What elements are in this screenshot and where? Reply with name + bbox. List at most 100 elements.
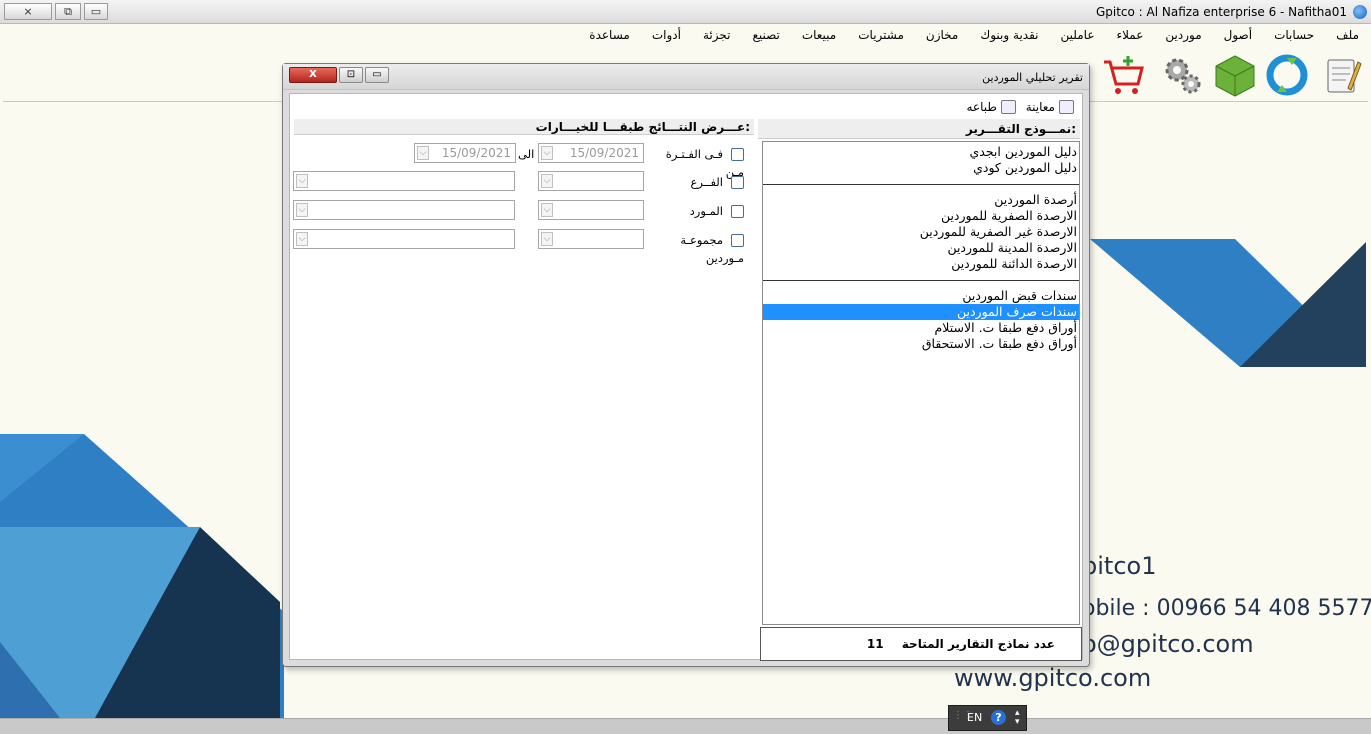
supplier-group-row: مجموعـة مـوردين ⌵ ⌵ xyxy=(290,228,756,265)
group-code-select[interactable]: ⌵ xyxy=(538,229,644,249)
report-panel-header: نمـــوذج التقـــرير: xyxy=(758,119,1080,139)
menu-bar: ملف حسابات أصول موردين عملاء عاملين نقدية وبنو… xyxy=(0,24,1371,46)
list-divider xyxy=(763,184,1079,185)
chevron-down-icon[interactable]: ⌵ xyxy=(296,232,308,246)
supplier-group-option[interactable]: مجموعـة مـوردين xyxy=(644,231,744,265)
date-from-field[interactable]: 15/09/2021 ⌵ xyxy=(538,143,644,163)
branch-label: الفــرع xyxy=(690,175,723,189)
app-close-button[interactable]: ⨯ xyxy=(4,3,52,20)
list-divider xyxy=(763,280,1079,281)
menu-manufacturing[interactable]: تصنيع xyxy=(752,24,779,46)
menu-tools[interactable]: أدوات xyxy=(652,24,681,46)
box-icon[interactable] xyxy=(1212,52,1258,98)
print-button[interactable]: طباعه xyxy=(966,97,996,117)
period-row: فـى الفـتـرة مـن 15/09/2021 ⌵ الى 15/09/2… xyxy=(290,142,756,179)
branch-code-select[interactable]: ⌵ xyxy=(538,171,644,191)
preview-icon[interactable] xyxy=(1059,99,1074,114)
branch-option[interactable]: الفــرع xyxy=(644,173,744,191)
print-icon[interactable] xyxy=(1000,99,1016,114)
dialog-titlebar: X ⊡ ▭ تقرير تحليلي الموردين xyxy=(283,64,1089,90)
dialog-minimize-button[interactable]: ▭ xyxy=(365,67,389,83)
report-list[interactable]: دليل الموردين ابجدي دليل الموردين كودي أ… xyxy=(762,141,1080,625)
chevron-down-icon[interactable]: ⌵ xyxy=(541,232,553,246)
report-item[interactable]: الارصدة الصفرية للموردين xyxy=(763,208,1079,224)
cart-icon[interactable] xyxy=(1100,52,1146,98)
supplier-option[interactable]: المـورد xyxy=(644,202,744,220)
company-email: o@gpitco.com xyxy=(1082,630,1254,658)
report-item[interactable]: سندات قبض الموردين xyxy=(763,288,1079,304)
supplier-group-checkbox[interactable] xyxy=(731,234,744,247)
report-count-box: عدد نماذج التقارير المتاحة 11 xyxy=(760,627,1082,661)
date-to-value: 15/09/2021 xyxy=(441,146,511,160)
supplier-label: المـورد xyxy=(689,204,723,218)
menu-purchases[interactable]: مشتريات xyxy=(858,24,904,46)
supplier-report-dialog: X ⊡ ▭ تقرير تحليلي الموردين معاينة طباعه… xyxy=(282,63,1090,667)
language-bar[interactable]: ⋮⋮ EN ? ▴ ▾ xyxy=(948,705,1027,731)
report-count-label: عدد نماذج التقارير المتاحة xyxy=(901,637,1055,651)
report-item[interactable]: الارصدة الدائنة للموردين xyxy=(763,256,1079,272)
options-panel: عـــرض النتـــائج طبقـــا للخيـــارات: ف… xyxy=(290,119,756,657)
menu-sales[interactable]: مبيعات xyxy=(802,24,836,46)
menu-file[interactable]: ملف xyxy=(1336,24,1359,46)
dialog-restore-button[interactable]: ⊡ xyxy=(339,67,363,83)
menu-accounts[interactable]: حسابات xyxy=(1274,24,1314,46)
period-option[interactable]: فـى الفـتـرة مـن xyxy=(644,145,744,179)
chevron-down-icon[interactable]: ⌵ xyxy=(296,174,308,188)
dialog-close-button[interactable]: X xyxy=(289,67,337,83)
menu-help[interactable]: مساعدة xyxy=(589,24,630,46)
menu-suppliers[interactable]: موردين xyxy=(1165,24,1201,46)
menu-retail[interactable]: تجزئة xyxy=(703,24,730,46)
preview-button[interactable]: معاينة xyxy=(1026,97,1055,117)
refresh-icon[interactable] xyxy=(1264,52,1310,98)
chevron-down-icon[interactable]: ⌵ xyxy=(541,146,553,160)
app-logo-icon xyxy=(1353,5,1367,19)
report-item-selected[interactable]: سندات صرف الموردين xyxy=(763,304,1079,320)
company-name: pitco1 xyxy=(1082,552,1157,580)
report-panel: نمـــوذج التقـــرير: دليل الموردين ابجدي… xyxy=(758,119,1082,661)
menu-customers[interactable]: عملاء xyxy=(1116,24,1143,46)
supplier-name-select[interactable]: ⌵ xyxy=(293,200,515,220)
supplier-checkbox[interactable] xyxy=(731,205,744,218)
language-indicator[interactable]: EN xyxy=(967,711,982,724)
date-from-value: 15/09/2021 xyxy=(569,146,639,160)
date-to-label: الى xyxy=(518,147,535,161)
menu-stores[interactable]: مخازن xyxy=(926,24,958,46)
report-count-value: 11 xyxy=(866,637,884,651)
app-restore-button[interactable]: ⧉ xyxy=(55,3,81,20)
report-item[interactable]: أوراق دفع طبقا ت. الاستلام xyxy=(763,320,1079,336)
supplier-code-select[interactable]: ⌵ xyxy=(538,200,644,220)
period-checkbox[interactable] xyxy=(731,148,744,161)
report-item[interactable]: أوراق دفع طبقا ت. الاستحقاق xyxy=(763,336,1079,352)
chevron-down-icon[interactable]: ⌵ xyxy=(541,174,553,188)
report-item[interactable]: الارصدة غير الصفرية للموردين xyxy=(763,224,1079,240)
branch-checkbox[interactable] xyxy=(731,176,744,189)
supplier-row: المـورد ⌵ ⌵ xyxy=(290,199,756,221)
chevron-down-icon[interactable]: ⌵ xyxy=(417,146,429,160)
report-item[interactable]: دليل الموردين ابجدي xyxy=(763,144,1079,160)
options-arrow-icon[interactable]: ▴ ▾ xyxy=(1015,709,1020,727)
status-bar xyxy=(0,718,1371,734)
dialog-title: تقرير تحليلي الموردين xyxy=(982,71,1083,84)
menu-assets[interactable]: أصول xyxy=(1224,24,1252,46)
dialog-body: معاينة طباعه نمـــوذج التقـــرير: دليل ا… xyxy=(289,93,1083,661)
menu-cash-banks[interactable]: نقدية وبنوك xyxy=(980,24,1038,46)
branch-name-select[interactable]: ⌵ xyxy=(293,171,515,191)
report-item[interactable]: دليل الموردين كودي xyxy=(763,160,1079,176)
date-to-field[interactable]: 15/09/2021 ⌵ xyxy=(414,143,516,163)
app-minimize-button[interactable]: ▭ xyxy=(84,3,108,20)
group-name-select[interactable]: ⌵ xyxy=(293,229,515,249)
company-website: www.gpitco.com xyxy=(954,664,1152,692)
menu-employees[interactable]: عاملين xyxy=(1061,24,1095,46)
report-item[interactable]: أرصدة الموردين xyxy=(763,192,1079,208)
company-mobile: obile : 00966 54 408 5577 xyxy=(1082,596,1371,621)
options-panel-header: عـــرض النتـــائج طبقـــا للخيـــارات: xyxy=(294,119,754,135)
app-title: Gpitco : Al Nafiza enterprise 6 - Nafith… xyxy=(1095,5,1347,19)
dialog-tools: معاينة طباعه xyxy=(966,96,1078,116)
report-item[interactable]: الارصدة المدينة للموردين xyxy=(763,240,1079,256)
settings-icon[interactable] xyxy=(1160,52,1206,98)
chevron-down-icon[interactable]: ⌵ xyxy=(296,203,308,217)
help-icon[interactable]: ? xyxy=(991,710,1006,725)
notes-icon[interactable] xyxy=(1318,52,1364,98)
chevron-down-icon[interactable]: ⌵ xyxy=(541,203,553,217)
branch-row: الفــرع ⌵ ⌵ xyxy=(290,170,756,192)
